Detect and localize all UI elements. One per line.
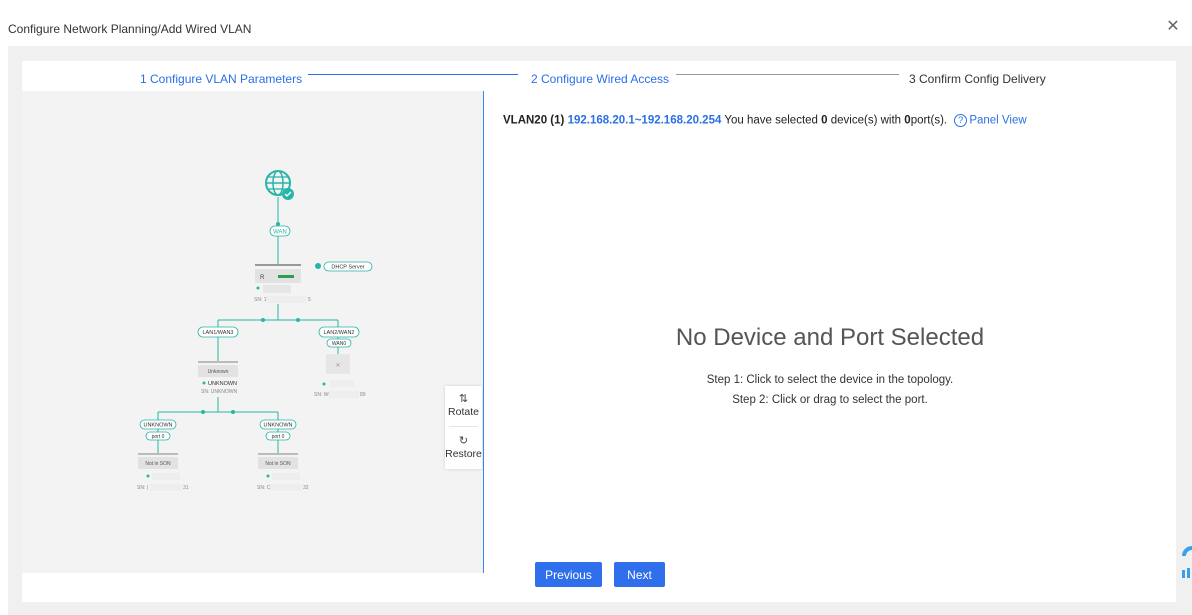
step-1: 1 Configure VLAN Parameters [140, 72, 303, 86]
lan2-port-label: LAN2/WAN2 [324, 330, 355, 336]
leaf2-box: Not in SON [265, 461, 291, 467]
leaf1-sn: SN: ( [137, 485, 149, 491]
assistant-widget-icon[interactable] [1176, 540, 1192, 580]
next-button[interactable]: Next [614, 562, 665, 587]
topology-tools: ⇅ Rotate ↻ Restore [445, 386, 482, 469]
leaf1-box: Not in SON [145, 461, 171, 467]
internet-globe-icon [265, 170, 294, 200]
unknown-switch: Unknown UNKNOWN SN: UNKNOWN [198, 361, 238, 395]
unknown-status: UNKNOWN [208, 381, 237, 387]
router-device: R DHCP Server SN: 1 5 [254, 261, 373, 303]
lan1-port-label: LAN1/WAN3 [203, 330, 234, 336]
modal-header: Configure Network Planning/Add Wired VLA… [0, 0, 1192, 46]
leaf1-sn-tail: 31 [183, 485, 189, 491]
step-3: 3 Confirm Config Delivery [909, 72, 1046, 86]
summary-text-3: port(s). [910, 114, 948, 127]
unknown-sn: SN: UNKNOWN [201, 389, 238, 395]
rotate-icon: ⇅ [458, 393, 469, 405]
wan0-port-label: WAN0 [332, 341, 346, 347]
empty-state-title: No Device and Port Selected [675, 324, 985, 351]
restore-button[interactable]: ↻ Restore [445, 434, 482, 460]
empty-state-step-1: Step 1: Click to select the device in th… [706, 374, 954, 386]
restore-icon: ↻ [458, 435, 469, 447]
previous-button[interactable]: Previous [535, 562, 602, 587]
topology-diagram[interactable]: WAN R DHCP Server SN: 1 5 LAN1/WAN3 LAN2… [22, 91, 483, 573]
leaf-device-1: Not in SON SN: ( 31 [137, 453, 189, 491]
ap-sn-tail: 89 [360, 392, 366, 398]
selection-summary: VLAN20 (1) 192.168.20.1~192.168.20.254 Y… [503, 114, 1027, 127]
unknown-device-label: Unknown [208, 369, 229, 375]
vlan-name: VLAN20 (1) [503, 114, 565, 127]
leaf1-port-name: UNKNOWN [143, 423, 172, 429]
leaf2-sn-tail: 32 [303, 485, 309, 491]
restore-label: Restore [445, 448, 482, 460]
access-point-device: ✕ SN: WE 89 [314, 354, 366, 398]
empty-state-step-2: Step 2: Click or drag to select the port… [732, 394, 928, 406]
leaf2-port-name: UNKNOWN [263, 423, 292, 429]
summary-text-2: device(s) with [830, 114, 902, 127]
step-connector [308, 74, 518, 75]
rotate-label: Rotate [448, 406, 479, 418]
help-icon[interactable]: ? [954, 114, 968, 127]
device-count: 0 [821, 114, 828, 127]
leaf-device-2: Not in SON SN: C 32 [257, 453, 309, 491]
step-connector [676, 74, 899, 75]
tool-divider [449, 426, 478, 427]
topology-panel[interactable]: WAN R DHCP Server SN: 1 5 LAN1/WAN3 LAN2… [22, 91, 483, 573]
wan-port-label: WAN [273, 230, 287, 236]
ip-range: 192.168.20.1~192.168.20.254 [567, 114, 722, 127]
router-sn-tail: 5 [308, 297, 311, 303]
rotate-button[interactable]: ⇅ Rotate [445, 392, 482, 418]
leaf2-sn: SN: C [257, 485, 271, 491]
dhcp-server-label: DHCP Server [331, 265, 364, 271]
router-sn: SN: 1 [254, 297, 267, 303]
summary-text-1: You have selected [724, 114, 818, 127]
close-icon[interactable]: ✕ [1166, 19, 1180, 35]
svg-text:✕: ✕ [335, 363, 340, 369]
leaf1-port: port 0 [152, 434, 165, 440]
leaf2-port: port 0 [272, 434, 285, 440]
router-letter: R [260, 275, 265, 281]
step-2: 2 Configure Wired Access [531, 72, 670, 86]
panel-view-link[interactable]: Panel View [969, 115, 1026, 127]
modal-title: Configure Network Planning/Add Wired VLA… [8, 22, 252, 36]
